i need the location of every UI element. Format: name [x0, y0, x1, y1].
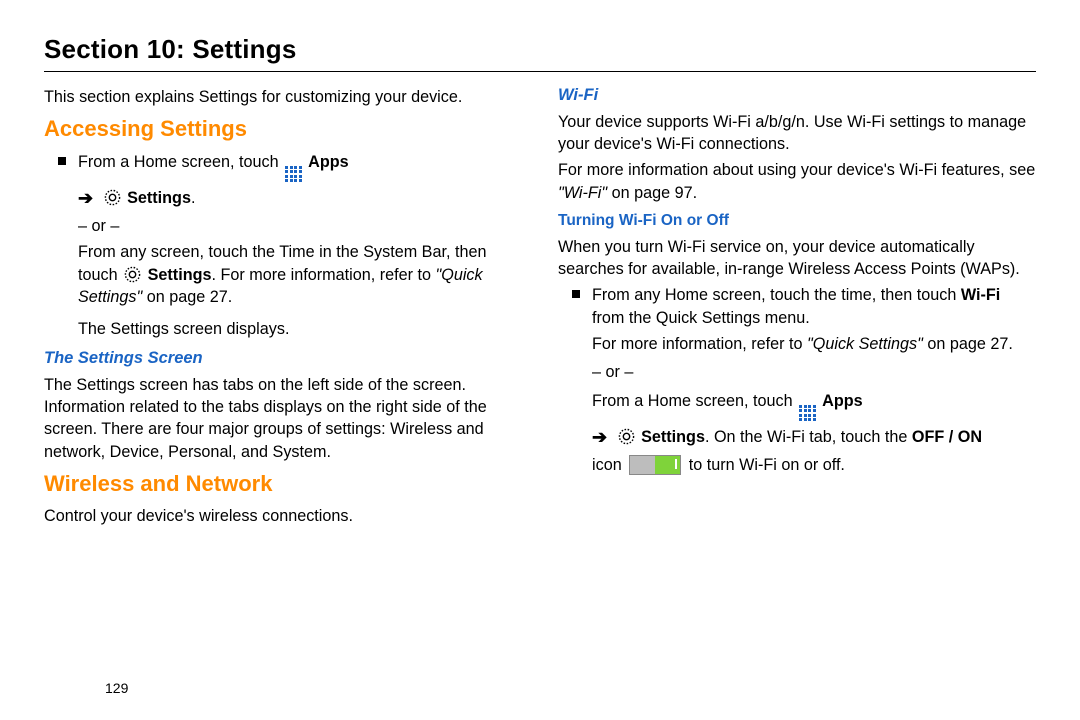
wifi-ref: "Wi-Fi": [558, 184, 607, 202]
turning-body: When you turn Wi-Fi service on, your dev…: [558, 236, 1036, 281]
page-number: 129: [105, 680, 128, 696]
step-from-home: From a Home screen, touch Apps ➔ Setting…: [44, 151, 522, 341]
intro-text: This section explains Settings for custo…: [44, 86, 522, 108]
square-bullet-icon: [58, 157, 66, 165]
settings-gear-icon: [124, 266, 141, 283]
wifi-body-2: For more information about using your de…: [558, 159, 1036, 204]
apps-label-2: Apps: [822, 392, 862, 410]
apps-grid-icon: [285, 166, 302, 183]
step2-after: icon: [592, 456, 626, 474]
heading-wireless-network: Wireless and Network: [44, 469, 522, 499]
heading-turning-wifi: Turning Wi-Fi On or Off: [558, 210, 1036, 231]
text-from-home: From a Home screen, touch: [78, 153, 283, 171]
two-column-layout: This section explains Settings for custo…: [44, 84, 1036, 532]
quick-settings-ref-2: "Quick Settings": [807, 335, 923, 353]
heading-wifi: Wi-Fi: [558, 84, 1036, 107]
settings-label-2: Settings: [641, 428, 705, 446]
settings-gear-icon: [104, 189, 121, 206]
heading-accessing-settings: Accessing Settings: [44, 114, 522, 144]
step-more-b: on page 27.: [923, 335, 1013, 353]
or-separator: – or –: [78, 215, 522, 237]
right-column: Wi-Fi Your device supports Wi-Fi a/b/g/n…: [558, 84, 1036, 532]
settings-label-inline: Settings: [148, 266, 212, 284]
wifi-bold: Wi-Fi: [961, 286, 1000, 304]
settings-gear-icon: [618, 428, 635, 445]
step-more-a: For more information, refer to: [592, 335, 807, 353]
left-column: This section explains Settings for custo…: [44, 84, 522, 532]
section-title: Section 10: Settings: [44, 34, 1036, 65]
wireless-body: Control your device's wireless connectio…: [44, 505, 522, 527]
or-separator-2: – or –: [592, 361, 1036, 383]
apps-label: Apps: [308, 153, 348, 171]
step1b: from the Quick Settings menu.: [592, 309, 810, 327]
wifi-body-1: Your device supports Wi-Fi a/b/g/n. Use …: [558, 111, 1036, 156]
square-bullet-icon: [572, 290, 580, 298]
title-rule: [44, 71, 1036, 72]
arrow-icon: ➔: [78, 186, 93, 211]
step1a: From any Home screen, touch the time, th…: [592, 286, 961, 304]
step2-prefix: From a Home screen, touch: [592, 392, 797, 410]
settings-label: Settings: [127, 189, 191, 207]
arrow-icon: ➔: [592, 425, 607, 450]
toggle-off-on-icon: [629, 455, 681, 475]
off-on-label: OFF / ON: [912, 428, 982, 446]
step2-mid: . On the Wi-Fi tab, touch the: [705, 428, 912, 446]
period: .: [191, 189, 196, 207]
settings-screen-body: The Settings screen has tabs on the left…: [44, 374, 522, 463]
step2-end: to turn Wi-Fi on or off.: [689, 456, 845, 474]
heading-settings-screen: The Settings Screen: [44, 347, 522, 370]
text-from-any-2: . For more information, refer to: [211, 266, 435, 284]
wifi-body-2b: on page 97.: [607, 184, 697, 202]
apps-grid-icon: [799, 405, 816, 422]
text-displays: The Settings screen displays.: [78, 318, 522, 340]
step-quick-settings-wifi: From any Home screen, touch the time, th…: [558, 284, 1036, 476]
text-from-any-3: on page 27.: [142, 288, 232, 306]
wifi-body-2a: For more information about using your de…: [558, 161, 1035, 179]
